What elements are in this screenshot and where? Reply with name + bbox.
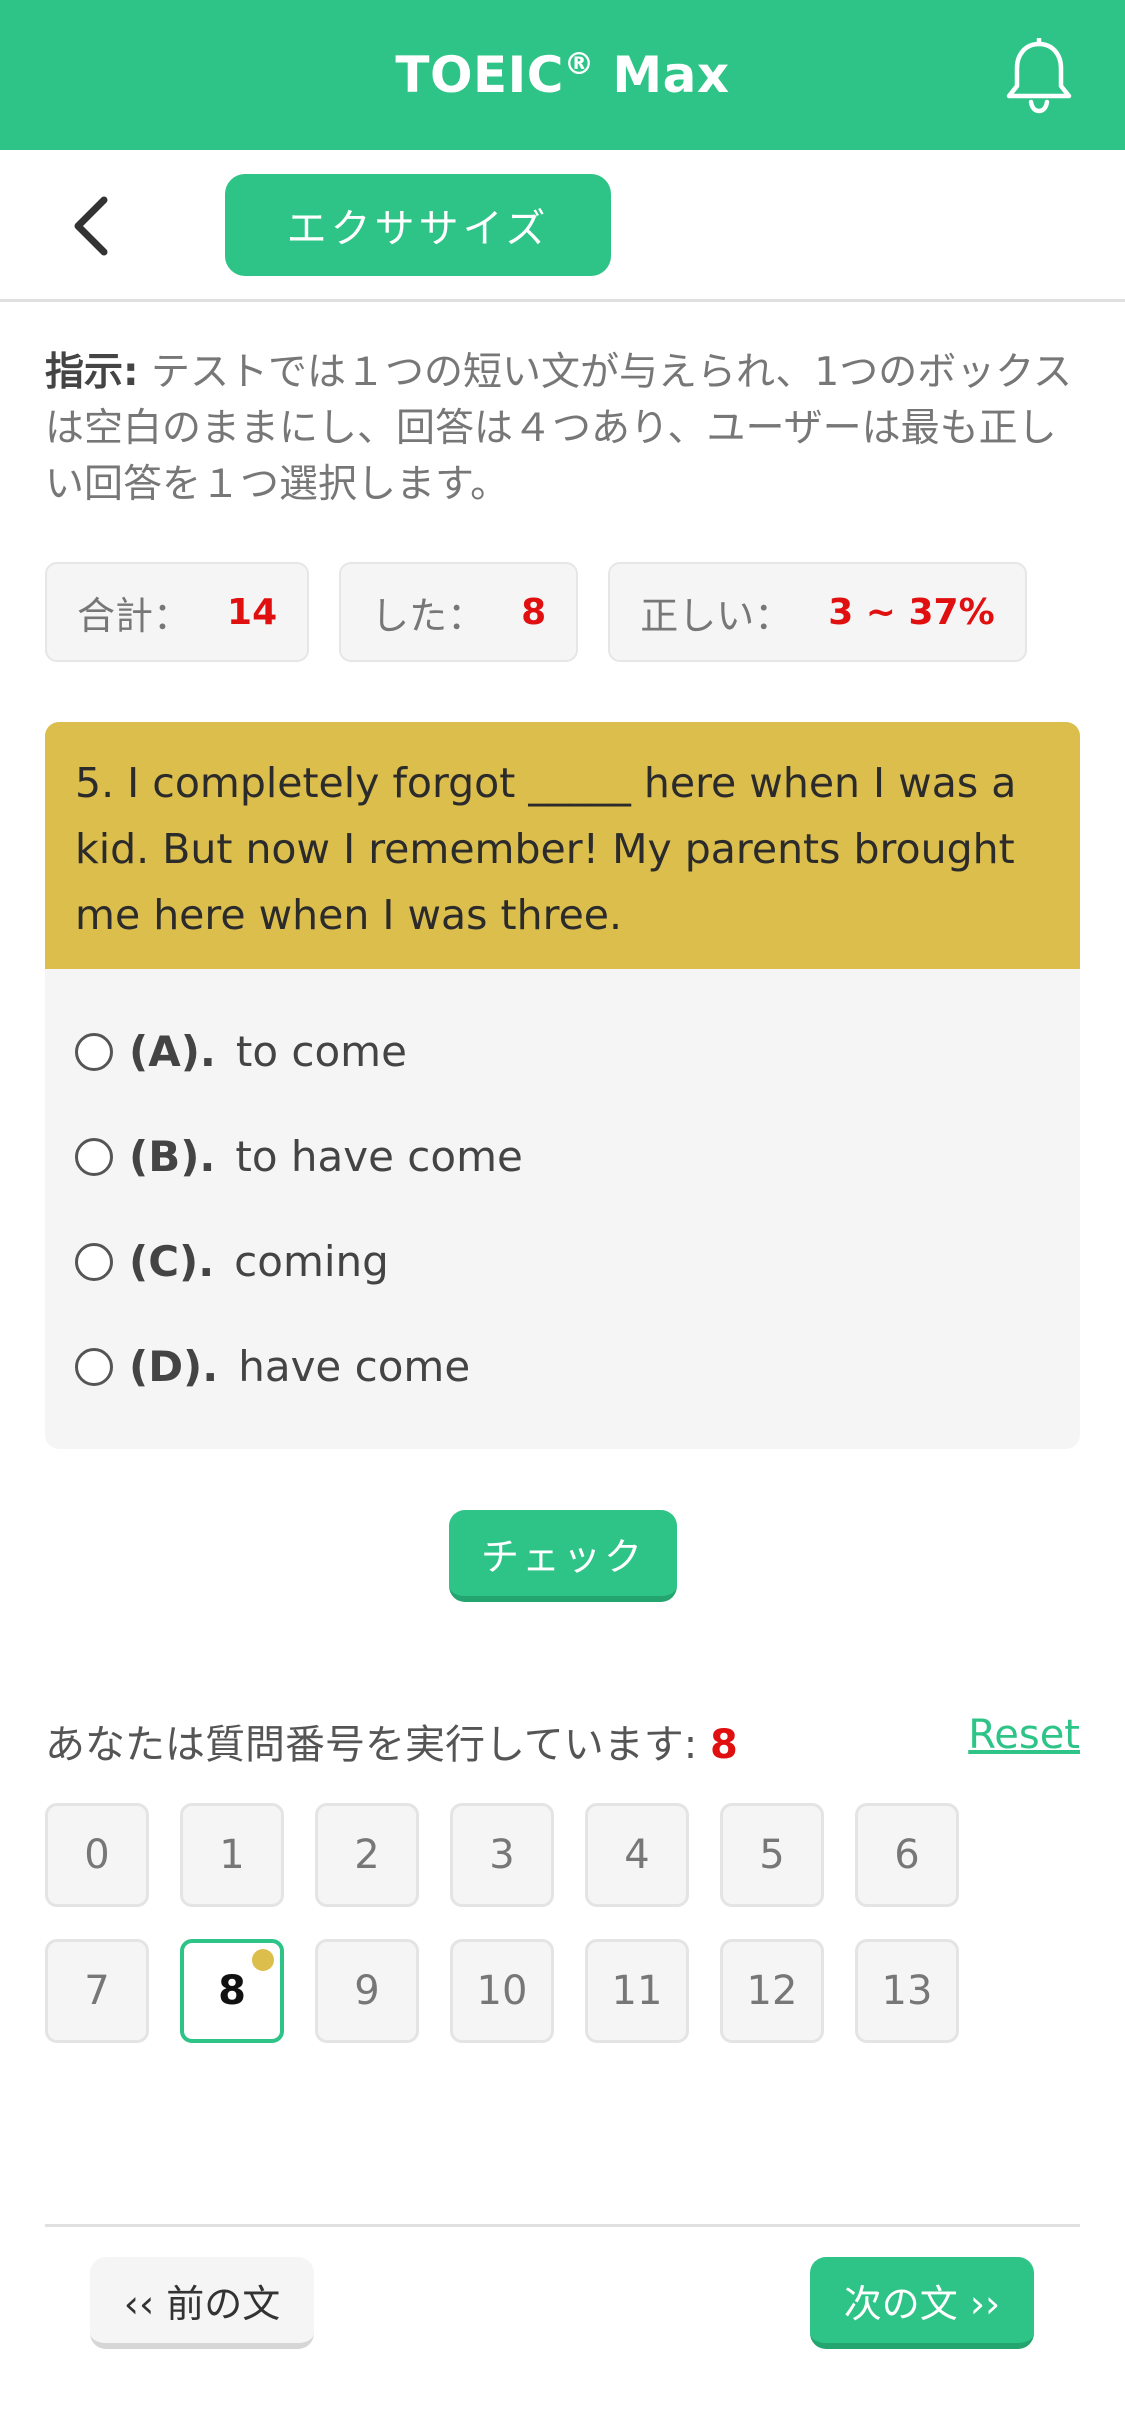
question-number-button[interactable]: 5 [720, 1803, 824, 1907]
question-text: 5. I completely forgot _____ here when I… [45, 722, 1080, 969]
stat-correct: 正しい： 3 ~ 37% [608, 562, 1027, 662]
instructions: 指示: テストでは１つの短い文が与えられ、1つのボックスは空白のままにし、回答は… [45, 345, 1080, 513]
bell-icon[interactable] [1003, 38, 1075, 114]
answer-options: (A). to come (B). to have come (C). comi… [45, 969, 1080, 1419]
option-a[interactable]: (A). to come [45, 999, 1080, 1104]
question-number-button[interactable]: 3 [450, 1803, 554, 1907]
radio-button[interactable] [75, 1242, 113, 1281]
question-number-button[interactable]: 10 [450, 1939, 554, 2043]
stats-row: 合計： 14 した： 8 正しい： 3 ~ 37% [45, 562, 1027, 662]
question-number-button[interactable]: 12 [720, 1939, 824, 2043]
current-indicator-dot [252, 1949, 274, 1971]
app-header: TOEIC® Max [0, 0, 1125, 150]
radio-button[interactable] [75, 1347, 113, 1386]
question-number-button[interactable]: 9 [315, 1939, 419, 2043]
divider [45, 2224, 1080, 2227]
exercise-button[interactable]: エクササイズ [225, 174, 611, 276]
question-number-grid: 0 1 2 3 4 5 6 7 8 9 10 11 12 13 [45, 1803, 1045, 2043]
running-question-label: あなたは質問番号を実行しています: 8 [45, 1722, 738, 1768]
question-number-button[interactable]: 2 [315, 1803, 419, 1907]
question-number-button[interactable]: 0 [45, 1803, 149, 1907]
chevron-left-icon[interactable] [62, 194, 122, 258]
instructions-text: テストでは１つの短い文が与えられ、1つのボックスは空白のままにし、回答は４つあり… [45, 350, 1073, 507]
current-question-number: 8 [710, 1722, 738, 1768]
question-card: 5. I completely forgot _____ here when I… [45, 722, 1080, 1449]
radio-button[interactable] [75, 1032, 113, 1071]
question-number-button-current[interactable]: 8 [180, 1939, 284, 2043]
option-b[interactable]: (B). to have come [45, 1104, 1080, 1209]
question-number-button[interactable]: 6 [855, 1803, 959, 1907]
instructions-label: 指示: [45, 350, 139, 395]
reset-link[interactable]: Reset [968, 1712, 1080, 1758]
app-title: TOEIC® Max [395, 46, 730, 104]
question-number-button[interactable]: 11 [585, 1939, 689, 2043]
question-number-button[interactable]: 1 [180, 1803, 284, 1907]
next-sentence-button[interactable]: 次の文 ›› [810, 2257, 1034, 2349]
sub-toolbar: エクササイズ [0, 150, 1125, 302]
radio-button[interactable] [75, 1137, 113, 1176]
question-number-button[interactable]: 4 [585, 1803, 689, 1907]
question-number-button[interactable]: 13 [855, 1939, 959, 2043]
stat-total: 合計： 14 [45, 562, 310, 662]
stat-done: した： 8 [339, 562, 579, 662]
check-button[interactable]: チェック [449, 1510, 677, 1602]
previous-sentence-button[interactable]: ‹‹ 前の文 [90, 2257, 314, 2349]
option-c[interactable]: (C). coming [45, 1209, 1080, 1314]
option-d[interactable]: (D). have come [45, 1314, 1080, 1419]
question-number-button[interactable]: 7 [45, 1939, 149, 2043]
